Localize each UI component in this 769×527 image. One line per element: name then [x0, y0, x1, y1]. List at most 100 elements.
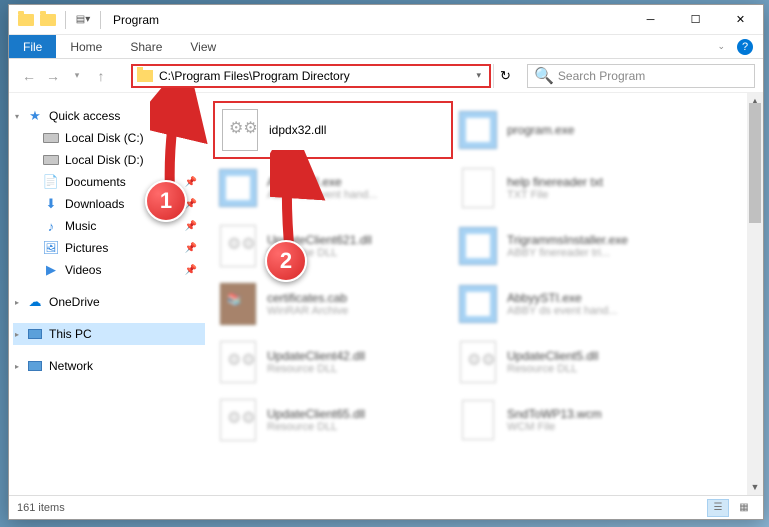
onedrive-icon: ☁ — [27, 294, 43, 310]
file-item[interactable]: ⚙⚙idpdx32.dll — [213, 101, 453, 159]
sidebar-item-network[interactable]: ▸ Network — [13, 355, 205, 377]
sidebar-item-drive-c[interactable]: Local Disk (C:) — [13, 127, 205, 149]
pin-icon: 📌 — [185, 199, 197, 210]
documents-icon: 📄 — [43, 174, 59, 190]
file-item[interactable]: ⚙⚙UpdateClient65.dllResource DLL — [213, 391, 453, 449]
pin-icon: 📌 — [185, 221, 197, 232]
videos-icon: ▶ — [43, 262, 59, 278]
chevron-down-icon: ▾ — [15, 112, 19, 121]
file-item[interactable]: AbbyySTI.exeABBY ds event hand... — [213, 159, 453, 217]
sidebar-item-this-pc[interactable]: ▸ This PC — [13, 323, 205, 345]
file-subtitle: Resource DLL — [267, 421, 365, 433]
search-icon: 🔍 — [534, 66, 554, 86]
file-subtitle: ABBY finereader tri... — [507, 247, 628, 259]
file-name: TrigrammsInstaller.exe — [507, 233, 628, 247]
files-pane[interactable]: ⚙⚙idpdx32.dllprogram.exeAbbyySTI.exeABBY… — [209, 93, 763, 495]
close-button[interactable]: ✕ — [718, 5, 763, 35]
file-name: UpdateClient42.dll — [267, 349, 365, 363]
file-item[interactable]: ⚙⚙ UpdateClient5.dllResource DLL — [453, 333, 693, 391]
pin-icon: 📌 — [185, 177, 197, 188]
folder-icon[interactable] — [17, 11, 35, 29]
label: Documents — [65, 175, 126, 189]
label: Local Disk (C:) — [65, 131, 144, 145]
file-item[interactable]: TrigrammsInstaller.exeABBY finereader tr… — [453, 217, 693, 275]
chevron-right-icon: ▸ — [15, 298, 19, 307]
file-name: AbbyySTI.exe — [507, 291, 617, 305]
file-subtitle: Resource DLL — [507, 363, 598, 375]
folder-icon — [137, 70, 153, 82]
help-icon[interactable]: ? — [737, 39, 753, 55]
ribbon-expand-icon[interactable]: ⌄ — [717, 41, 725, 52]
properties-icon[interactable]: ▤▾ — [74, 11, 92, 29]
file-subtitle: Resource DLL — [267, 363, 365, 375]
file-name: UpdateClient5.dll — [507, 349, 598, 363]
search-input[interactable]: 🔍 Search Program — [527, 64, 755, 88]
sidebar-item-drive-d[interactable]: Local Disk (D:) — [13, 149, 205, 171]
file-name: UpdateClient621.dll — [267, 233, 372, 247]
file-item[interactable]: SndToWP13.wcmWCM File — [453, 391, 693, 449]
view-icons-button[interactable]: ▦ — [733, 499, 755, 517]
vertical-scrollbar[interactable]: ▲ ▼ — [747, 93, 763, 495]
window-title: Program — [113, 13, 159, 27]
nav-up[interactable]: ↑ — [89, 64, 113, 88]
sidebar-item-documents[interactable]: 📄 Documents 📌 — [13, 171, 205, 193]
tab-share[interactable]: Share — [116, 35, 176, 58]
file-name: idpdx32.dll — [269, 123, 326, 137]
label: Local Disk (D:) — [65, 153, 144, 167]
scroll-thumb[interactable] — [749, 103, 761, 223]
address-bar[interactable]: C:\Program Files\Program Directory ▾ — [131, 64, 491, 88]
status-item-count: 161 items — [17, 502, 65, 514]
sidebar-item-pictures[interactable]: 🖼 Pictures 📌 — [13, 237, 205, 259]
tab-view[interactable]: View — [176, 35, 230, 58]
file-name: SndToWP13.wcm — [507, 407, 602, 421]
minimize-button[interactable]: ─ — [628, 5, 673, 35]
file-subtitle: TXT File — [507, 189, 603, 201]
file-type-icon: ⚙⚙ — [217, 341, 259, 383]
file-subtitle: WinRAR Archive — [267, 305, 348, 317]
folder-new-icon[interactable] — [39, 11, 57, 29]
maximize-button[interactable]: ☐ — [673, 5, 718, 35]
sidebar-item-music[interactable]: ♪ Music 📌 — [13, 215, 205, 237]
sidebar-item-downloads[interactable]: ⬇ Downloads 📌 — [13, 193, 205, 215]
refresh-button[interactable]: ↻ — [493, 64, 517, 88]
file-item[interactable]: ⚙⚙UpdateClient621.dllResource DLL — [213, 217, 453, 275]
navigation-sidebar: ▾ ★ Quick access Local Disk (C:) Local D… — [9, 93, 209, 495]
chevron-down-icon[interactable]: ▾ — [472, 70, 485, 81]
view-details-button[interactable]: ☰ — [707, 499, 729, 517]
scroll-down-icon[interactable]: ▼ — [747, 479, 763, 495]
sidebar-item-onedrive[interactable]: ▸ ☁ OneDrive — [13, 291, 205, 313]
file-item[interactable]: ⚙⚙ UpdateClient42.dllResource DLL — [213, 333, 453, 391]
sidebar-quick-access[interactable]: ▾ ★ Quick access — [13, 105, 205, 127]
nav-back[interactable]: ← — [17, 64, 41, 88]
chevron-right-icon: ▸ — [15, 330, 19, 339]
sidebar-item-videos[interactable]: ▶ Videos 📌 — [13, 259, 205, 281]
chevron-right-icon: ▸ — [15, 362, 19, 371]
label: Downloads — [65, 197, 124, 211]
file-item[interactable]: 📚certificates.cabWinRAR Archive — [213, 275, 453, 333]
file-type-icon — [457, 167, 499, 209]
file-item[interactable]: help finereader txtTXT File — [453, 159, 693, 217]
file-subtitle: Resource DLL — [267, 247, 372, 259]
separator — [100, 11, 101, 29]
file-item[interactable]: program.exe — [453, 101, 693, 159]
tab-home[interactable]: Home — [56, 35, 116, 58]
file-type-icon — [457, 225, 499, 267]
nav-forward[interactable]: → — [41, 64, 65, 88]
network-icon — [27, 358, 43, 374]
file-type-icon — [457, 399, 499, 441]
label: Network — [49, 359, 93, 373]
address-path: C:\Program Files\Program Directory — [159, 69, 472, 83]
file-type-icon — [457, 283, 499, 325]
search-placeholder: Search Program — [558, 69, 645, 83]
label: Videos — [65, 263, 101, 277]
file-name: AbbyySTI.exe — [267, 175, 377, 189]
pin-icon: 📌 — [185, 265, 197, 276]
nav-recent[interactable]: ▾ — [65, 64, 89, 88]
file-item[interactable]: AbbyySTI.exeABBY ds event hand... — [453, 275, 693, 333]
downloads-icon: ⬇ — [43, 196, 59, 212]
file-type-icon: ⚙⚙ — [457, 341, 499, 383]
file-type-icon: ⚙⚙ — [217, 399, 259, 441]
file-menu[interactable]: File — [9, 35, 56, 58]
content: ▾ ★ Quick access Local Disk (C:) Local D… — [9, 93, 763, 495]
titlebar: ▤▾ Program ─ ☐ ✕ — [9, 5, 763, 35]
